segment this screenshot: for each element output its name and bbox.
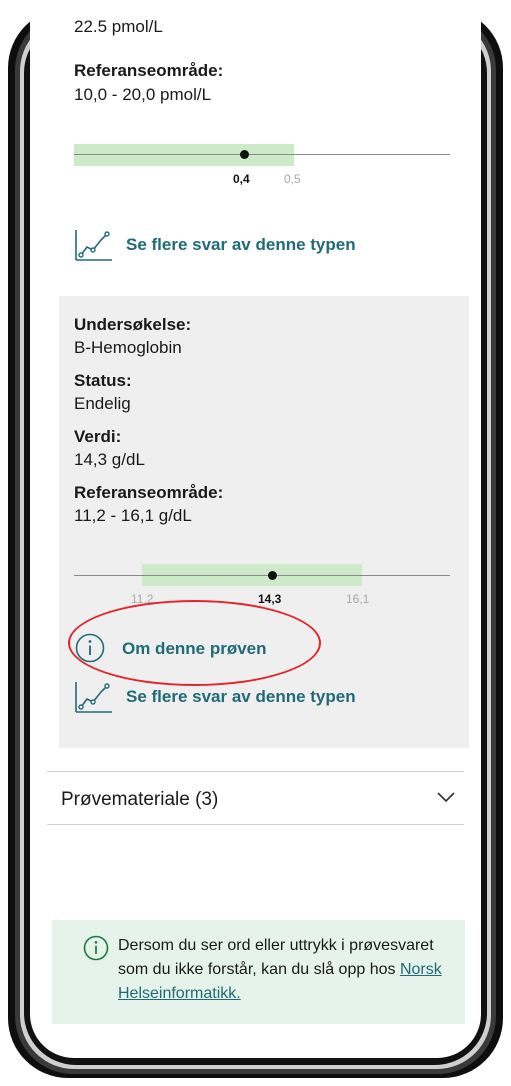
info-text: Dersom du ser ord eller uttrykk i prøves… (118, 937, 434, 978)
trend-chart-icon (74, 680, 114, 719)
highlight-annotation (68, 600, 321, 686)
top-see-more-link[interactable]: Se flere svar av denne typen (74, 228, 434, 262)
top-marker-label: 0,4 (233, 172, 250, 186)
top-range-line (74, 154, 450, 155)
value-label: Verdi: (74, 427, 122, 446)
top-value: 22.5 pmol/L (74, 17, 163, 36)
info-message: Dersom du ser ord eller uttrykk i prøves… (118, 934, 448, 1006)
trend-chart-icon (74, 228, 114, 267)
hb-see-more-link[interactable]: Se flere svar av denne typen (74, 680, 434, 714)
top-range-band (74, 144, 294, 166)
top-ref-value: 10,0 - 20,0 pmol/L (74, 85, 212, 104)
hb-range-line (74, 575, 450, 576)
hb-range-marker (268, 571, 277, 580)
exam-label: Undersøkelse: (74, 315, 192, 334)
value-text: 14,3 g/dL (74, 450, 145, 469)
exam-value: B-Hemoglobin (74, 338, 182, 357)
chevron-down-icon (437, 790, 455, 808)
section-bottom-divider (47, 824, 464, 825)
ref-label: Referanseområde: (74, 483, 224, 502)
top-range-marker (240, 150, 249, 159)
top-high-label: 0,5 (284, 172, 301, 186)
status-value: Endelig (74, 394, 131, 413)
info-circle-icon (82, 934, 110, 967)
status-label: Status: (74, 371, 132, 390)
hb-high-label: 16,1 (346, 592, 370, 606)
hb-see-more-label: Se flere svar av denne typen (126, 687, 356, 706)
specimen-section-header[interactable]: Prøvemateriale (3) (47, 772, 464, 824)
top-ref-label: Referanseområde: (74, 61, 224, 80)
screen: 22.5 pmol/L Referanseområde: 10,0 - 20,0… (30, 0, 481, 1058)
hb-marker-label: 14,3 (258, 592, 282, 606)
top-see-more-label: Se flere svar av denne typen (126, 235, 356, 254)
section-title: Prøvemateriale (3) (61, 789, 219, 810)
ref-value: 11,2 - 16,1 g/dL (74, 506, 192, 525)
